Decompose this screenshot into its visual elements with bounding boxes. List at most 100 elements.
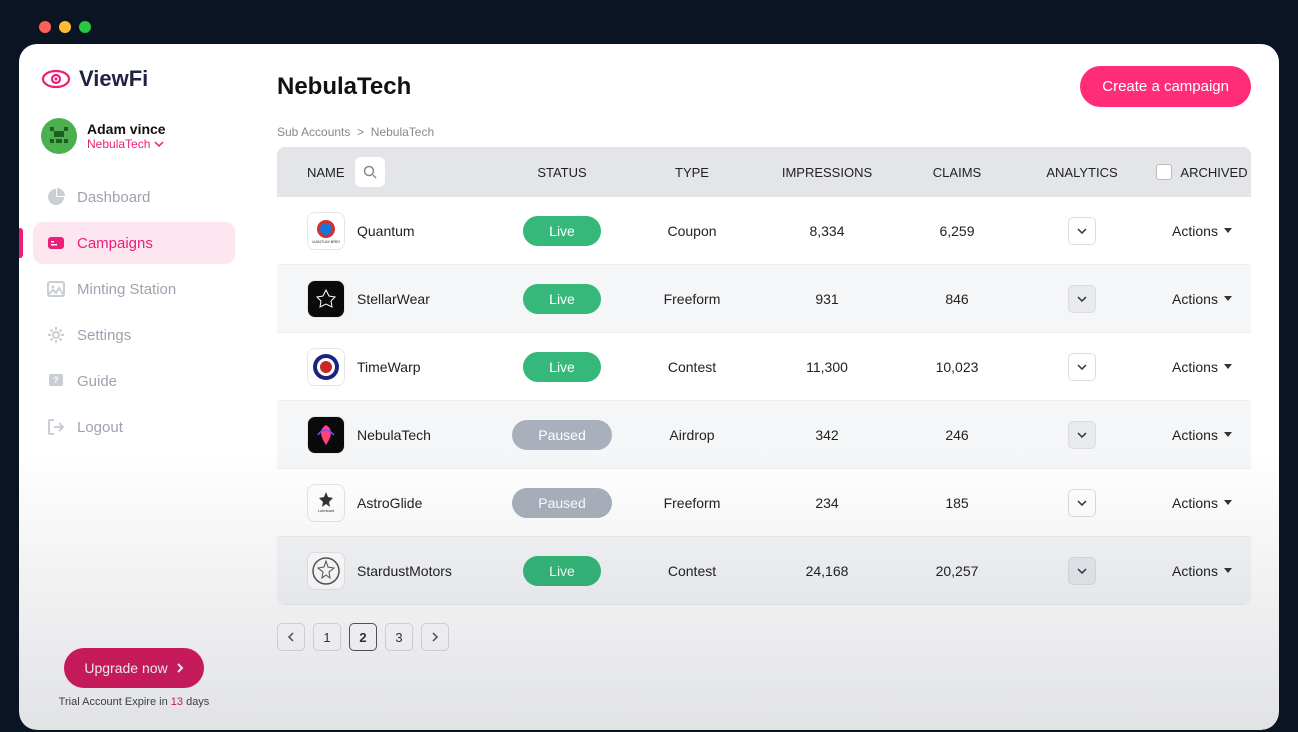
caret-down-icon [1224,500,1232,505]
actions-dropdown[interactable]: Actions [1147,291,1251,307]
campaign-icon [307,280,345,318]
col-archived: ARCHIVED [1180,165,1247,180]
campaign-icon: QUANTUM BREW [307,212,345,250]
actions-dropdown[interactable]: Actions [1147,563,1251,579]
campaign-type: Freeform [627,291,757,307]
svg-text:Lubricant: Lubricant [318,508,335,513]
window-close-dot[interactable] [39,21,51,33]
brand-name: ViewFi [79,66,148,92]
campaign-claims: 20,257 [897,563,1017,579]
window-min-dot[interactable] [59,21,71,33]
actions-dropdown[interactable]: Actions [1147,427,1251,443]
campaign-name: Quantum [357,223,415,239]
analytics-dropdown[interactable] [1068,353,1096,381]
caret-down-icon [1224,228,1232,233]
page-prev-button[interactable] [277,623,305,651]
campaign-name: AstroGlide [357,495,422,511]
campaign-type: Contest [627,359,757,375]
campaign-claims: 10,023 [897,359,1017,375]
table-row: StellarWear Live Freeform 931 846 Action… [277,265,1251,333]
search-button[interactable] [355,157,385,187]
chevron-down-icon [1077,228,1087,234]
actions-dropdown[interactable]: Actions [1147,223,1251,239]
sidebar-item-guide[interactable]: ? Guide [33,360,235,402]
user-account[interactable]: Adam vince NebulaTech [33,118,235,176]
sidebar-item-dashboard[interactable]: Dashboard [33,176,235,218]
campaign-name: StellarWear [357,291,430,307]
image-icon [47,280,65,298]
caret-down-icon [1224,432,1232,437]
chevron-down-icon [1077,500,1087,506]
upgrade-button[interactable]: Upgrade now [64,648,204,688]
window-max-dot[interactable] [79,21,91,33]
window-titlebar [19,10,1279,44]
caret-down-icon [1224,296,1232,301]
chevron-down-icon [1077,432,1087,438]
status-badge: Paused [512,420,611,450]
table-row: TimeWarp Live Contest 11,300 10,023 Acti… [277,333,1251,401]
campaign-icon [307,348,345,386]
campaign-impressions: 234 [757,495,897,511]
col-claims: CLAIMS [897,165,1017,180]
campaign-icon: Lubricant [307,484,345,522]
gear-icon [47,326,65,344]
campaign-impressions: 11,300 [757,359,897,375]
table-row: Lubricant AstroGlide Paused Freeform 234… [277,469,1251,537]
campaign-impressions: 24,168 [757,563,897,579]
breadcrumb: Sub Accounts > NebulaTech [277,125,1251,139]
page-number-button[interactable]: 3 [385,623,413,651]
sidebar: ViewFi Adam vince NebulaTech Dashboard [19,44,249,730]
analytics-dropdown[interactable] [1068,557,1096,585]
col-name: NAME [307,165,345,180]
sidebar-item-settings[interactable]: Settings [33,314,235,356]
logout-icon [47,418,65,436]
breadcrumb-current: NebulaTech [371,125,434,139]
chevron-down-icon [154,141,164,147]
table-row: NebulaTech Paused Airdrop 342 246 Action… [277,401,1251,469]
archived-checkbox[interactable] [1156,164,1172,180]
svg-text:QUANTUM BREW: QUANTUM BREW [312,239,340,244]
campaigns-table: NAME STATUS TYPE IMPRESSIONS CLAIMS ANAL… [277,147,1251,605]
status-badge: Live [523,352,601,382]
page-next-button[interactable] [421,623,449,651]
chevron-down-icon [1077,568,1087,574]
create-campaign-button[interactable]: Create a campaign [1080,66,1251,107]
status-badge: Live [523,216,601,246]
svg-text:?: ? [53,375,59,385]
actions-dropdown[interactable]: Actions [1147,359,1251,375]
chevron-right-icon [176,662,184,674]
user-account-switcher[interactable]: NebulaTech [87,137,166,151]
analytics-dropdown[interactable] [1068,489,1096,517]
campaign-icon [307,416,345,454]
page-number-button[interactable]: 1 [313,623,341,651]
status-badge: Live [523,284,601,314]
chevron-right-icon [431,632,439,642]
brand-logo: ViewFi [33,66,235,118]
user-name: Adam vince [87,121,166,137]
campaigns-icon [47,234,65,252]
col-type: TYPE [627,165,757,180]
campaign-name: TimeWarp [357,359,421,375]
main-content: NebulaTech Create a campaign Sub Account… [249,44,1279,730]
campaign-impressions: 931 [757,291,897,307]
campaign-type: Coupon [627,223,757,239]
analytics-dropdown[interactable] [1068,285,1096,313]
breadcrumb-root[interactable]: Sub Accounts [277,125,350,139]
pagination: 123 [277,623,1251,651]
sidebar-item-logout[interactable]: Logout [33,406,235,448]
col-status: STATUS [497,165,627,180]
sidebar-item-minting[interactable]: Minting Station [33,268,235,310]
col-analytics: ANALYTICS [1017,165,1147,180]
campaign-impressions: 8,334 [757,223,897,239]
analytics-dropdown[interactable] [1068,217,1096,245]
avatar [41,118,77,154]
pie-chart-icon [47,188,65,206]
page-number-button[interactable]: 2 [349,623,377,651]
campaign-claims: 246 [897,427,1017,443]
analytics-dropdown[interactable] [1068,421,1096,449]
trial-expiry-text: Trial Account Expire in 13 days [41,696,227,708]
page-title: NebulaTech [277,73,411,101]
sidebar-item-campaigns[interactable]: Campaigns [33,222,235,264]
actions-dropdown[interactable]: Actions [1147,495,1251,511]
chevron-down-icon [1077,296,1087,302]
